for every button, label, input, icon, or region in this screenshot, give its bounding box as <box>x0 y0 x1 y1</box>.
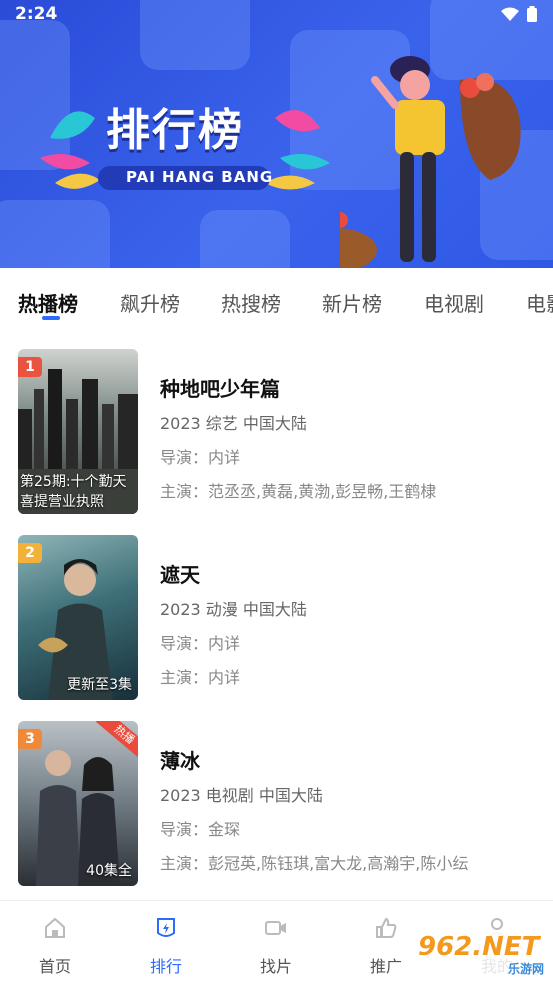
home-icon <box>45 917 65 938</box>
nav-label: 排行 <box>149 957 182 976</box>
item-meta: 2023 电视剧 中国大陆 <box>160 786 323 805</box>
item-meta: 2023 综艺 中国大陆 <box>160 414 307 433</box>
category-tabs: 热播榜 飙升榜 热搜榜 新片榜 电视剧 电影 <box>0 268 553 332</box>
banner-illustration <box>340 56 521 268</box>
poster-image[interactable]: 3 热播 40集全 <box>18 721 138 886</box>
poster-caption: 40集全 <box>86 863 132 879</box>
battery-icon <box>527 6 537 22</box>
nav-label: 推广 <box>369 957 402 976</box>
item-cast: 主演：彭冠英,陈钰琪,富大龙,高瀚宇,陈小纭 <box>160 854 469 873</box>
item-title[interactable]: 遮天 <box>160 559 307 588</box>
item-director: 导演：内详 <box>160 634 241 653</box>
banner-title-logo: 排行榜 PAI HANG BANG <box>40 88 330 198</box>
item-director: 导演：内详 <box>160 448 241 467</box>
item-director: 导演：金琛 <box>160 820 241 839</box>
tab-new-release[interactable]: 新片榜 <box>322 288 382 317</box>
item-title[interactable]: 种地吧少年篇 <box>160 373 436 402</box>
rank-badge: 3 <box>18 729 42 749</box>
status-bar: 2:24 <box>0 0 553 30</box>
status-time: 2:24 <box>15 4 58 24</box>
nav-rank[interactable]: 排行 <box>131 915 201 977</box>
tab-hot-search[interactable]: 热搜榜 <box>221 288 281 317</box>
item-cast: 主演：内详 <box>160 668 241 687</box>
nav-label: 首页 <box>38 957 71 976</box>
video-icon <box>265 921 286 935</box>
nav-home[interactable]: 首页 <box>20 915 90 977</box>
banner-subtitle: PAI HANG BANG <box>126 168 274 186</box>
tab-rising[interactable]: 飙升榜 <box>120 288 180 317</box>
rank-badge: 2 <box>18 543 42 563</box>
rank-badge: 1 <box>18 357 42 377</box>
thumbs-up-icon <box>376 917 397 938</box>
list-item[interactable]: 3 热播 40集全 薄冰 2023 电视剧 中国大陆 导演：金琛 主演：彭冠英,… <box>0 721 553 886</box>
watermark-logo: 962.NET 乐游网 <box>412 930 552 980</box>
poster-image[interactable]: 1 第25期:十个勤天 喜提营业执照 <box>18 349 138 514</box>
rank-icon <box>157 918 175 937</box>
tab-movie[interactable]: 电影 <box>526 288 553 317</box>
poster-image[interactable]: 2 更新至3集 <box>18 535 138 700</box>
nav-promote[interactable]: 推广 <box>351 915 421 977</box>
watermark-sub: 乐游网 <box>507 962 544 976</box>
list-item[interactable]: 2 更新至3集 遮天 2023 动漫 中国大陆 导演：内详 主演：内详 <box>0 535 553 700</box>
tab-active-indicator <box>42 316 60 320</box>
nav-find[interactable]: 找片 <box>241 915 311 977</box>
poster-caption: 第25期:十个勤天 喜提营业执照 <box>20 474 127 510</box>
nav-label: 找片 <box>259 957 292 976</box>
banner: 2:24 排行榜 PAI HANG BANG <box>0 0 553 268</box>
item-title[interactable]: 薄冰 <box>160 745 468 774</box>
watermark-text: 962.NET <box>418 932 540 962</box>
tab-tv-series[interactable]: 电视剧 <box>424 288 484 317</box>
list-item[interactable]: 1 第25期:十个勤天 喜提营业执照 种地吧少年篇 2023 综艺 中国大陆 导… <box>0 349 553 514</box>
tab-hot-play[interactable]: 热播榜 <box>18 288 78 317</box>
wifi-icon <box>501 7 519 21</box>
banner-title: 排行榜 <box>106 105 244 156</box>
poster-caption: 更新至3集 <box>67 677 132 693</box>
item-meta: 2023 动漫 中国大陆 <box>160 600 307 619</box>
item-cast: 主演：范丞丞,黄磊,黄渤,彭昱畅,王鹤棣 <box>160 482 437 501</box>
